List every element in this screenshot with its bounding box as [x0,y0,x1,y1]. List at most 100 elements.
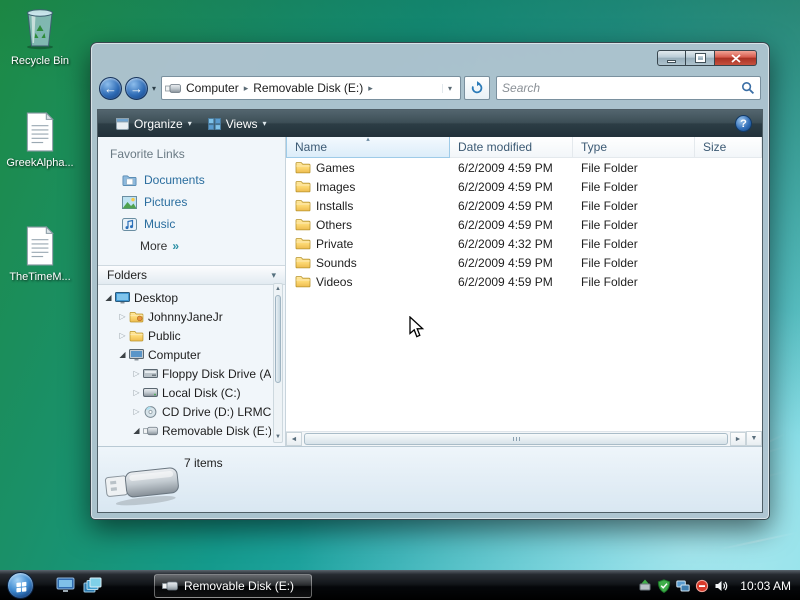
tree-expander-collapsed[interactable]: ▷ [116,331,129,340]
file-date: 6/2/2009 4:59 PM [458,179,553,194]
tree-item-label: Computer [148,347,201,362]
scroll-down-icon[interactable]: ▼ [274,432,282,442]
file-type: File Folder [581,217,638,232]
file-row-sounds[interactable]: Sounds 6/2/2009 4:59 PM File Folder [286,253,762,272]
taskbar-button-removable-disk[interactable]: Removable Disk (E:) [154,573,312,598]
folders-band[interactable]: Folders ▾ [98,265,285,285]
hard-disk-icon [143,388,158,397]
volume-icon[interactable] [714,579,728,593]
start-button[interactable] [7,572,34,599]
maximize-button[interactable] [686,50,715,66]
favorite-link-documents[interactable]: Documents [98,169,285,191]
security-shield-icon[interactable] [657,578,671,593]
tree-expander-expanded[interactable]: ◢ [130,426,143,435]
show-desktop-icon[interactable] [56,577,75,594]
tree-expander-collapsed[interactable]: ▷ [116,312,129,321]
tree-expander-expanded[interactable]: ◢ [102,293,115,302]
tree-item-label: CD Drive (D:) LRMCF [162,404,271,419]
address-bar[interactable]: Computer ▸ Removable Disk (E:) ▸ ▾ [161,76,462,100]
favorite-link-music[interactable]: Music [98,213,285,235]
folder-icon [295,275,311,288]
file-row-games[interactable]: Games 6/2/2009 4:59 PM File Folder [286,158,762,177]
views-button[interactable]: Views ▾ [200,114,275,134]
search-icon[interactable] [741,81,755,95]
column-header-date-modified[interactable]: Date modified [450,137,573,158]
address-dropdown-button[interactable]: ▾ [442,83,457,93]
organize-button[interactable]: Organize ▾ [108,114,200,134]
scrollbar-thumb[interactable] [304,433,728,445]
search-input[interactable] [502,81,741,95]
tree-expander-collapsed[interactable]: ▷ [130,407,143,416]
column-header-type[interactable]: Type [573,137,695,158]
breadcrumb-segment-removable-disk[interactable]: Removable Disk (E:) [248,81,368,95]
switch-windows-icon[interactable] [83,577,102,594]
tree-item-local-disk-c[interactable]: ▷ Local Disk (C:) [102,383,271,402]
notification-icon[interactable] [695,579,709,593]
taskbar-clock[interactable]: 10:03 AM [740,579,791,593]
desktop-icon-thetimem[interactable]: TheTimeM... [2,225,78,284]
tree-item-floppy-drive[interactable]: ▷ Floppy Disk Drive (A [102,364,271,383]
minimize-icon [667,59,676,63]
removable-disk-large-icon [104,467,179,506]
file-row-videos[interactable]: Videos 6/2/2009 4:59 PM File Folder [286,272,762,291]
desktop-icon-label: Recycle Bin [10,55,70,67]
horizontal-scrollbar[interactable]: ◄ ► [286,431,746,446]
chevron-down-icon: ▾ [262,119,267,128]
scroll-left-icon[interactable]: ◄ [286,432,302,446]
back-button[interactable]: ← [99,76,122,100]
folder-tree: ◢ Desktop ▷ JohnnyJaneJr ▷ Public ◢ Comp… [98,285,285,440]
breadcrumb-separator-icon[interactable]: ▸ [368,83,373,94]
windows-flag-icon [16,581,27,593]
scroll-up-icon[interactable]: ▲ [274,284,282,294]
views-icon [207,117,221,130]
scrollbar-track[interactable] [302,432,730,446]
folder-icon [295,180,311,193]
favorite-link-pictures[interactable]: Pictures [98,191,285,213]
tree-item-label: Local Disk (C:) [162,385,241,400]
tree-item-computer[interactable]: ◢ Computer [102,345,271,364]
tree-item-label: Removable Disk (E:) [162,423,271,438]
tree-item-public[interactable]: ▷ Public [102,326,271,345]
scroll-right-icon[interactable]: ► [730,432,746,446]
location-icon[interactable] [165,83,181,94]
navigation-pane: Favorite Links Documents Pictures Music … [98,137,286,446]
forward-button[interactable]: → [125,76,148,100]
column-header-size[interactable]: Size [695,137,762,158]
status-items-count: 7 items [184,456,223,470]
file-row-installs[interactable]: Installs 6/2/2009 4:59 PM File Folder [286,196,762,215]
tree-item-cd-drive-d[interactable]: ▷ CD Drive (D:) LRMCF [102,402,271,421]
more-chevrons-icon: » [172,239,180,253]
scroll-down-button[interactable]: ▼ [746,431,762,446]
tree-expander-collapsed[interactable]: ▷ [130,369,143,378]
file-row-private[interactable]: Private 6/2/2009 4:32 PM File Folder [286,234,762,253]
breadcrumb-segment-computer[interactable]: Computer [181,81,244,95]
desktop-icon-recycle-bin[interactable]: Recycle Bin [2,4,78,68]
window-titlebar[interactable] [91,43,769,71]
tree-scrollbar-thumb[interactable] [275,295,281,384]
sort-ascending-icon: ▴ [366,136,370,143]
favorite-links-title: Favorite Links [110,147,185,161]
help-button[interactable]: ? [735,115,752,132]
desktop-icon [115,291,130,303]
column-header-name[interactable]: ▴ Name [286,136,450,158]
tree-item-removable-disk-e[interactable]: ◢ Removable Disk (E:) [102,421,271,440]
safely-remove-hardware-icon[interactable] [638,579,652,593]
tree-item-johnnyjanejr[interactable]: ▷ JohnnyJaneJr [102,307,271,326]
close-button[interactable] [715,50,757,66]
desktop-icon-greekalpha[interactable]: GreekAlpha... [2,111,78,170]
network-icon[interactable] [676,579,690,593]
file-row-others[interactable]: Others 6/2/2009 4:59 PM File Folder [286,215,762,234]
minimize-button[interactable] [657,50,686,66]
tree-item-desktop[interactable]: ◢ Desktop [102,288,271,307]
refresh-button[interactable] [464,76,491,100]
pictures-icon [122,195,137,209]
tree-scrollbar[interactable]: ▲ ▼ [273,283,283,443]
tree-item-label: Desktop [134,290,179,305]
file-row-images[interactable]: Images 6/2/2009 4:59 PM File Folder [286,177,762,196]
tree-expander-expanded[interactable]: ◢ [116,350,129,359]
history-dropdown-button[interactable]: ▾ [152,84,156,93]
tree-expander-collapsed[interactable]: ▷ [130,388,143,397]
more-links-button[interactable]: More » [98,235,285,257]
file-type: File Folder [581,274,638,289]
file-type: File Folder [581,236,638,251]
